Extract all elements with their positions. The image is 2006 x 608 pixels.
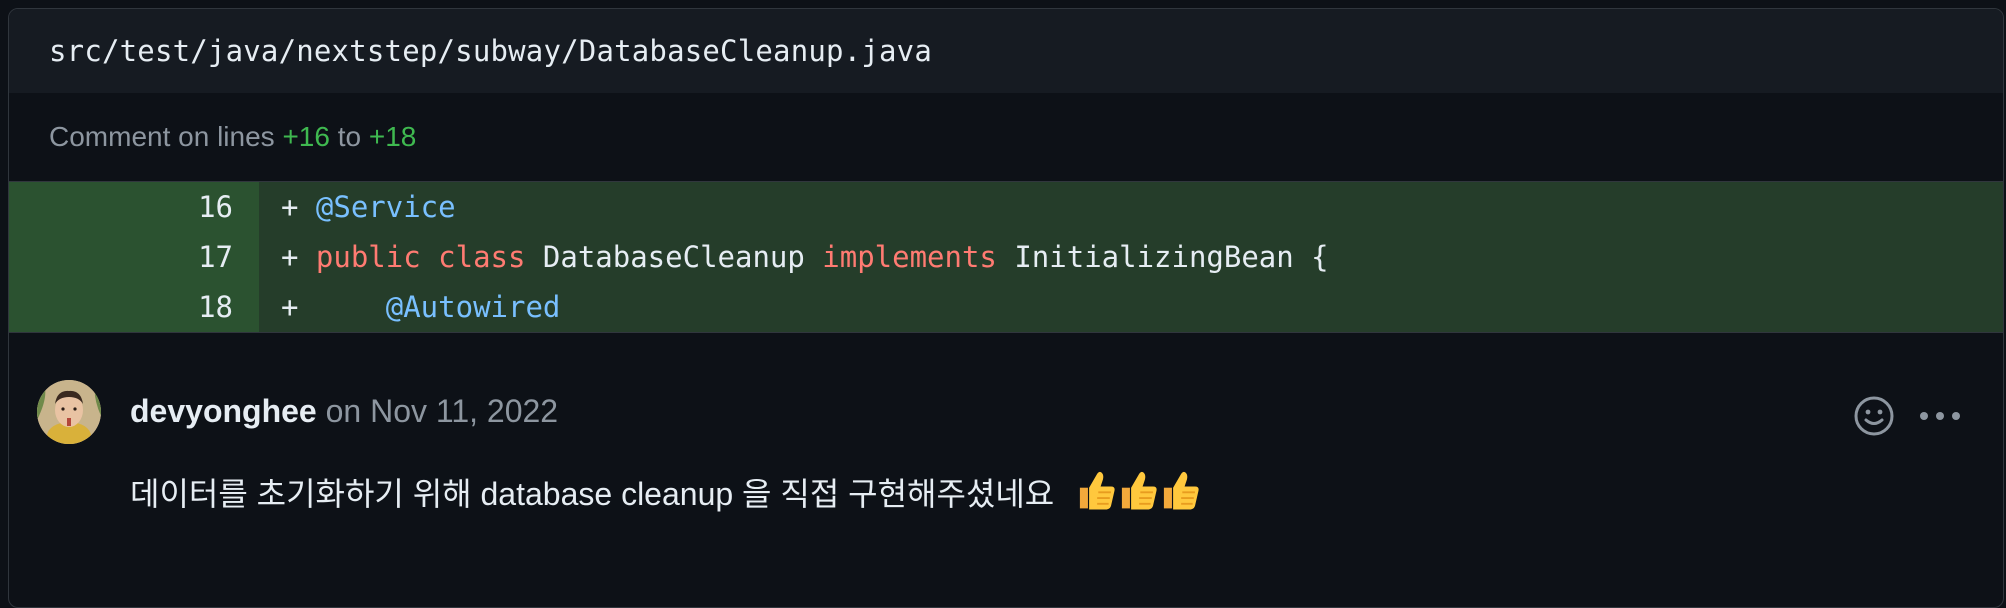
comment-range-label: Comment on lines +16 to +18 [9,93,2003,182]
code-token: DatabaseCleanup [525,240,823,274]
kebab-menu-icon [1920,412,1960,420]
comment-body: 데이터를 초기화하기 위해 database cleanup 을 직접 구현해주… [130,467,1199,516]
file-header: src/test/java/nextstep/subway/DatabaseCl… [9,9,2003,93]
smiley-icon [1854,396,1894,436]
comment-options-button[interactable] [1917,393,1963,439]
code-token: + [281,290,386,324]
comment-range-prefix: Comment on lines [49,121,275,152]
code-line: + @Service [259,182,2003,232]
diff-line[interactable]: 18 + @Autowired [9,282,2003,332]
comment-header: devyonghee on Nov 11, 2022 [130,389,558,433]
file-path-link[interactable]: src/test/java/nextstep/subway/DatabaseCl… [49,34,932,68]
comment-range-to: +18 [368,121,417,152]
comment-actions [1851,393,1963,439]
avatar[interactable] [37,380,101,444]
code-token: implements [822,240,997,274]
review-comment-card: src/test/java/nextstep/subway/DatabaseCl… [8,8,2004,608]
line-number[interactable]: 17 [9,232,259,282]
comment-range-to-word: to [337,121,362,152]
add-reaction-button[interactable] [1851,393,1897,439]
diff-hunk: 16 + @Service 17 + public class DatabaseCle… [9,182,2003,333]
code-token: + [281,240,316,274]
thumbs-up-icon [1080,471,1115,510]
thumbs-up-icon [1164,471,1199,510]
code-token: class [438,240,526,274]
line-number[interactable]: 16 [9,182,259,232]
diff-line[interactable]: 17 + public class DatabaseCleanup impleme… [9,232,2003,282]
code-token: @Autowired [385,290,561,324]
code-line: + public class DatabaseCleanup implement… [259,232,2003,282]
comment-range-from: +16 [282,121,330,152]
comment: devyonghee on Nov 11, 2022 데이터를 초기화하기 위해… [9,333,2003,573]
code-token: InitializingBean { [996,240,1329,274]
diff-line[interactable]: 16 + @Service [9,182,2003,232]
comment-text: 데이터를 초기화하기 위해 database cleanup 을 직접 구현해주… [130,476,1055,512]
code-token: public [315,240,421,274]
comment-author[interactable]: devyonghee [130,393,317,429]
thumbs-up-emojis [1073,467,1199,513]
code-token: @Service [315,190,456,224]
comment-date[interactable]: on Nov 11, 2022 [326,393,558,429]
line-number[interactable]: 18 [9,282,259,332]
code-token: + [281,190,316,224]
thumbs-up-icon [1122,471,1157,510]
code-line: + @Autowired [259,282,2003,332]
